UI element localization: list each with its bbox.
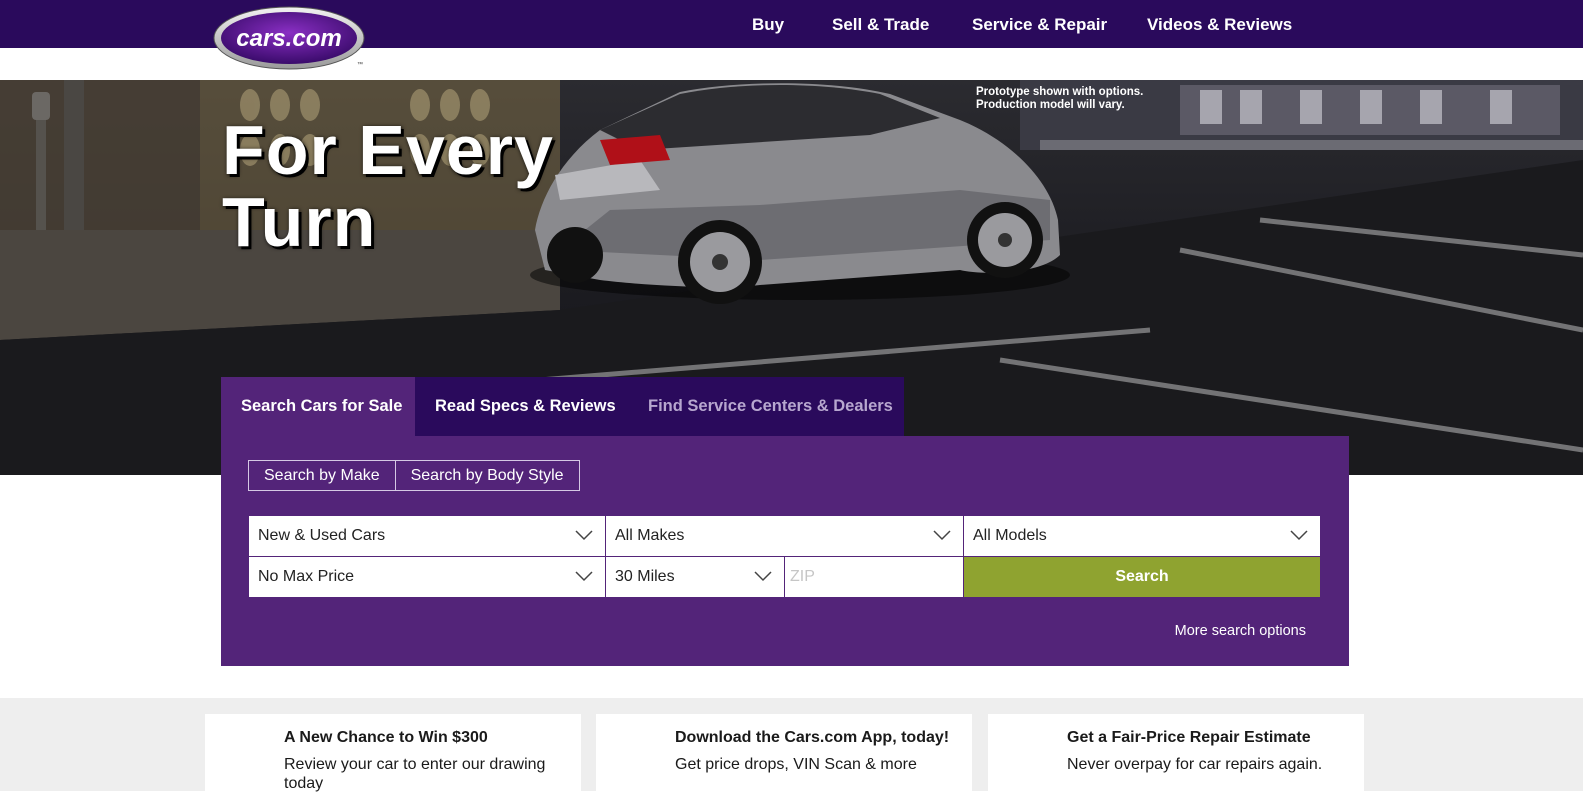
- max-price-select[interactable]: No Max Price: [249, 557, 605, 597]
- promo-title: Download the Cars.com App, today!: [675, 729, 950, 746]
- chevron-down-icon: [933, 530, 951, 541]
- tab-specs-reviews[interactable]: Read Specs & Reviews: [415, 377, 636, 436]
- nav-videos-reviews[interactable]: Videos & Reviews: [1147, 15, 1292, 35]
- zip-input[interactable]: ZIP: [785, 557, 963, 597]
- nav-sell-trade[interactable]: Sell & Trade: [832, 15, 929, 35]
- search-by-make-button[interactable]: Search by Make: [249, 461, 395, 490]
- nav-service-repair[interactable]: Service & Repair: [972, 15, 1107, 35]
- model-select[interactable]: All Models: [964, 516, 1320, 556]
- chevron-down-icon: [575, 571, 593, 582]
- hero-title: For Every Turn: [222, 111, 554, 261]
- promo-card[interactable]: A New Chance to Win $300 Review your car…: [205, 714, 581, 794]
- stock-type-select[interactable]: New & Used Cars: [249, 516, 605, 556]
- promo-strip: A New Chance to Win $300 Review your car…: [0, 698, 1583, 794]
- logo-text: cars.com: [236, 25, 341, 52]
- search-panel: Search by Make Search by Body Style New …: [221, 436, 1349, 666]
- promo-card[interactable]: Get a Fair-Price Repair Estimate Never o…: [988, 714, 1364, 794]
- chevron-down-icon: [754, 571, 772, 582]
- tab-service-dealers[interactable]: Find Service Centers & Dealers: [628, 377, 913, 436]
- promo-text: Get price drops, VIN Scan & more: [675, 756, 917, 773]
- chevron-down-icon: [1290, 530, 1308, 541]
- search-button[interactable]: Search: [964, 557, 1320, 597]
- promo-title: Get a Fair-Price Repair Estimate: [1067, 729, 1311, 746]
- nav-buy[interactable]: Buy: [752, 15, 784, 35]
- hero-disclaimer: Prototype shown with options. Production…: [976, 86, 1144, 111]
- promo-text: Review your car to enter our drawing tod…: [284, 756, 546, 792]
- tab-search-cars[interactable]: Search Cars for Sale: [221, 377, 415, 436]
- search-by-body-style-button[interactable]: Search by Body Style: [394, 461, 579, 490]
- cars-com-logo[interactable]: cars.com ™: [213, 6, 366, 70]
- distance-select[interactable]: 30 Miles: [606, 557, 784, 597]
- promo-title: A New Chance to Win $300: [284, 729, 488, 746]
- search-mode-toggle: Search by Make Search by Body Style: [248, 460, 580, 491]
- more-search-options-link[interactable]: More search options: [1175, 623, 1306, 639]
- chevron-down-icon: [575, 530, 593, 541]
- car-image: [530, 83, 1070, 304]
- promo-text: Never overpay for car repairs again.: [1067, 756, 1323, 773]
- search-tabs: Search Cars for Sale Read Specs & Review…: [221, 377, 904, 436]
- make-select[interactable]: All Makes: [606, 516, 963, 556]
- svg-text:™: ™: [357, 61, 363, 68]
- promo-card[interactable]: Download the Cars.com App, today! Get pr…: [596, 714, 972, 794]
